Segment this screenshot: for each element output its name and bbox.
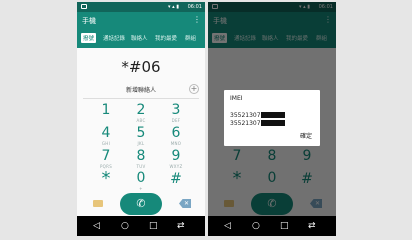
ok-button[interactable]: 確定 <box>300 131 312 140</box>
key-digit: 9 <box>171 148 181 164</box>
key-9[interactable]: 9 WXYZ <box>161 148 191 170</box>
nav-recent-icon[interactable]: □ <box>149 221 158 231</box>
key-0[interactable]: 0 + <box>126 170 156 192</box>
dialer-actions: ✆ ✕ <box>77 192 205 216</box>
imei-dialog: IMEI 35521307 35521307 確定 <box>224 90 320 146</box>
key-digit: 8 <box>136 148 146 164</box>
dialog-title: IMEI <box>230 95 243 102</box>
imei-value: 35521307 <box>230 112 261 119</box>
status-time: 06:01 <box>187 4 202 10</box>
key-hash[interactable]: # <box>161 172 191 192</box>
backspace-icon[interactable]: ✕ <box>179 199 191 208</box>
nav-home-icon[interactable]: ○ <box>252 221 260 231</box>
key-2[interactable]: 2 ABC <box>126 102 156 124</box>
dialog-scrim: IMEI 35521307 35521307 確定 <box>208 2 336 216</box>
key-1[interactable]: 1 <box>91 103 121 123</box>
redaction-bar <box>260 112 285 118</box>
key-digit: # <box>170 171 182 187</box>
nav-back-icon[interactable]: ◁ <box>93 221 100 231</box>
tab-call-log[interactable]: 通話記錄 <box>103 34 125 42</box>
add-contact-row[interactable]: 新增聯絡人 + <box>77 82 205 96</box>
tab-contacts[interactable]: 聯絡人 <box>131 34 148 42</box>
voicemail-icon[interactable] <box>93 200 103 207</box>
redaction-bar <box>260 120 285 126</box>
nav-home-icon[interactable]: ○ <box>121 221 129 231</box>
phone-icon: ✆ <box>136 197 146 210</box>
key-digit: * <box>101 168 111 189</box>
nav-bar: ◁ ○ □ ⇄ <box>77 216 205 236</box>
imei-line-1: 35521307 <box>230 112 285 119</box>
status-icons: ▾ ▴ ▮ <box>168 4 179 10</box>
nav-back-icon[interactable]: ◁ <box>224 221 231 231</box>
key-letters: ABC <box>136 118 146 123</box>
key-digit: 5 <box>136 125 146 141</box>
nav-recent-icon[interactable]: □ <box>280 221 289 231</box>
key-letters: GHI <box>101 141 111 146</box>
app-bar: 手機 ⋮ <box>77 12 205 28</box>
key-letters: WXYZ <box>169 164 183 169</box>
tab-dialer[interactable]: 撥號 <box>81 33 97 43</box>
key-letters: TUV <box>136 164 146 169</box>
key-digit: 3 <box>171 102 181 118</box>
phone-screen-dialer: ▾ ▴ ▮ 06:01 手機 ⋮ 撥號 通話記錄 聯絡人 我的最愛 群組 *#0… <box>77 2 205 236</box>
key-3[interactable]: 3 DEF <box>161 102 191 124</box>
key-star[interactable]: * <box>91 170 121 190</box>
key-5[interactable]: 5 JKL <box>126 125 156 147</box>
call-button[interactable]: ✆ <box>120 193 162 215</box>
key-digit: 2 <box>136 102 146 118</box>
add-contact-plus-icon[interactable]: + <box>189 84 199 94</box>
status-bar: ▾ ▴ ▮ 06:01 <box>77 2 205 12</box>
key-digit: 6 <box>171 125 181 141</box>
overflow-menu-icon[interactable]: ⋮ <box>193 15 201 24</box>
key-letters: JKL <box>137 141 145 146</box>
tab-bar: 撥號 通話記錄 聯絡人 我的最愛 群組 <box>77 28 205 48</box>
key-7[interactable]: 7 PQRS <box>91 148 121 170</box>
key-letters: DEF <box>171 118 181 123</box>
imei-line-2: 35521307 <box>230 120 285 127</box>
nav-switch-icon[interactable]: ⇄ <box>177 221 185 231</box>
key-8[interactable]: 8 TUV <box>126 148 156 170</box>
key-letters: MNO <box>170 141 182 146</box>
key-4[interactable]: 4 GHI <box>91 125 121 147</box>
divider <box>83 98 199 99</box>
nav-switch-icon[interactable]: ⇄ <box>308 221 316 231</box>
key-digit: 7 <box>101 148 111 164</box>
tab-favorites[interactable]: 我的最愛 <box>155 34 177 42</box>
key-6[interactable]: 6 MNO <box>161 125 191 147</box>
nav-bar: ◁ ○ □ ⇄ <box>208 216 336 236</box>
backspace-x-icon: ✕ <box>183 200 189 207</box>
dialed-number: *#06 <box>121 58 161 76</box>
imei-value: 35521307 <box>230 120 261 127</box>
key-letters: + <box>139 186 143 191</box>
key-digit: 4 <box>101 125 111 141</box>
key-digit: 0 <box>136 170 146 186</box>
phone-screen-imei-dialog: ▾ ▴ ▮ 06:01 手機 ⋮ 撥號 通話記錄 聯絡人 我的最愛 群組 1 2… <box>208 2 336 236</box>
notification-icon <box>81 4 87 9</box>
key-digit: 1 <box>101 102 111 118</box>
app-title: 手機 <box>82 17 96 25</box>
tab-groups[interactable]: 群組 <box>185 34 196 42</box>
add-contact-label: 新增聯絡人 <box>125 87 156 94</box>
